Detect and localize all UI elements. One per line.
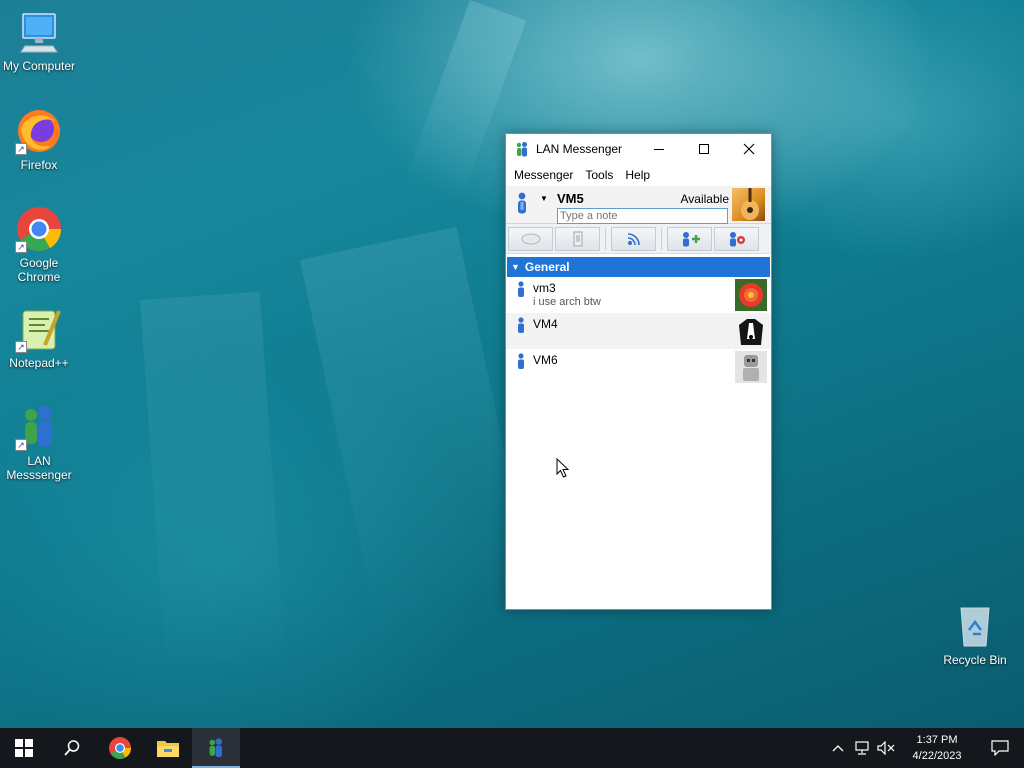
notepad-plus-plus-icon: ↗ [15, 305, 63, 353]
user-status[interactable]: Available [681, 192, 729, 206]
contact-name: vm3 [533, 281, 556, 295]
show-hidden-icons-button[interactable] [826, 728, 850, 768]
add-contact-button[interactable] [667, 226, 712, 251]
toolbar-separator [605, 227, 606, 250]
notifications-button[interactable] [976, 728, 1024, 768]
taskbar-chrome[interactable] [96, 728, 144, 768]
settings-people-icon [729, 231, 745, 246]
contact-note: i use arch btw [533, 296, 601, 308]
settings-people-button[interactable] [714, 226, 759, 251]
minimize-icon [653, 149, 664, 150]
lan-messenger-icon [516, 142, 527, 157]
desktop-icon-label: Google Chrome [17, 256, 61, 284]
shortcut-arrow-icon: ↗ [15, 143, 27, 155]
robot-avatar [735, 351, 767, 383]
minimize-button[interactable] [636, 134, 681, 164]
broadcast-button[interactable] [611, 226, 656, 251]
profile-panel: ▼ VM5 Available [506, 186, 771, 224]
shortcut-arrow-icon: ↗ [15, 341, 27, 353]
desktop-icon-label: LAN Messsenger [6, 454, 72, 482]
recycle-bin-icon [951, 602, 999, 650]
taskbar-lan-messenger[interactable] [192, 728, 240, 768]
taskbar-file-explorer[interactable] [144, 728, 192, 768]
add-contact-icon [682, 231, 700, 246]
desktop-icon-label: Notepad++ [9, 356, 69, 370]
close-button[interactable] [726, 134, 771, 164]
desktop-icon-lan-messenger[interactable]: ↗ LAN Messsenger [0, 403, 78, 482]
send-file-button[interactable] [555, 226, 600, 251]
chrome-icon: ↗ [15, 205, 63, 253]
search-icon [64, 740, 80, 756]
desktop-icon-label: Recycle Bin [943, 653, 1007, 667]
lan-messenger-window[interactable]: LAN Messenger Messenger Tools Help ▼ VM5… [505, 133, 772, 610]
desktop-icon-notepad-plus-plus[interactable]: ↗ Notepad++ [0, 305, 78, 370]
lan-messenger-icon: ↗ [15, 403, 63, 451]
user-status-icon[interactable] [514, 192, 530, 214]
desktop-icon-label: Firefox [20, 158, 58, 172]
contact-status-icon [518, 317, 524, 333]
title-bar[interactable]: LAN Messenger [506, 134, 771, 164]
system-tray: 1:37 PM 4/22/2023 [826, 728, 1024, 768]
contact-status-icon [518, 353, 524, 369]
flower-avatar [735, 279, 767, 311]
shortcut-arrow-icon: ↗ [15, 439, 27, 451]
mouse-cursor-icon [556, 458, 570, 478]
note-input[interactable] [557, 208, 728, 224]
maximize-button[interactable] [681, 134, 726, 164]
contact-status-icon [518, 281, 524, 297]
light-ray [300, 226, 536, 632]
chat-bubble-icon [521, 233, 540, 244]
contact-item[interactable]: VM4 [506, 313, 771, 349]
volume-button[interactable] [874, 728, 898, 768]
contact-name: VM4 [533, 317, 558, 331]
status-dropdown-icon[interactable]: ▼ [540, 194, 548, 203]
broadcast-icon [627, 232, 640, 245]
contact-name: VM6 [533, 353, 558, 367]
desktop-icon-firefox[interactable]: ↗ Firefox [0, 107, 78, 172]
file-explorer-icon [157, 741, 179, 757]
dog-avatar [735, 315, 767, 347]
chrome-icon [109, 737, 131, 759]
clock[interactable]: 1:37 PM 4/22/2023 [898, 732, 976, 764]
menu-tools[interactable]: Tools [579, 168, 619, 182]
user-avatar[interactable] [732, 188, 765, 221]
send-file-icon [573, 231, 582, 246]
contact-item[interactable]: VM6 [506, 349, 771, 385]
taskbar: 1:37 PM 4/22/2023 [0, 728, 1024, 768]
group-header-general[interactable]: ▼ General [507, 257, 770, 277]
volume-muted-icon [877, 741, 895, 755]
menu-help[interactable]: Help [619, 168, 656, 182]
search-button[interactable] [48, 728, 96, 768]
firefox-icon: ↗ [15, 107, 63, 155]
chevron-up-icon [832, 745, 844, 752]
contact-item[interactable]: vm3 i use arch btw [506, 277, 771, 313]
user-name: VM5 [557, 191, 584, 206]
guitar-avatar-icon [741, 188, 759, 220]
light-ray [140, 291, 287, 680]
lan-messenger-icon [209, 738, 222, 758]
clock-time: 1:37 PM [916, 734, 958, 746]
desktop-icon-my-computer[interactable]: My Computer [0, 8, 78, 73]
maximize-icon [698, 144, 709, 154]
menu-messenger[interactable]: Messenger [508, 168, 579, 182]
close-icon [743, 143, 754, 155]
network-button[interactable] [850, 728, 874, 768]
group-name: General [524, 260, 570, 274]
clock-date: 4/22/2023 [912, 750, 962, 762]
notification-icon [991, 740, 1009, 756]
desktop-icon-chrome[interactable]: ↗ Google Chrome [0, 205, 78, 284]
start-button[interactable] [0, 728, 48, 768]
computer-icon [15, 8, 63, 56]
toolbar-separator [661, 227, 662, 250]
menu-bar: Messenger Tools Help [506, 164, 771, 186]
desktop-icon-recycle-bin[interactable]: Recycle Bin [936, 602, 1014, 667]
window-title: LAN Messenger [536, 142, 623, 156]
desktop-icon-label: My Computer [2, 59, 76, 73]
network-icon [855, 741, 869, 755]
shortcut-arrow-icon: ↗ [15, 241, 27, 253]
collapse-caret-icon[interactable]: ▼ [511, 262, 520, 272]
chat-button[interactable] [508, 226, 553, 251]
toolbar [506, 224, 771, 254]
windows-start-icon [15, 739, 33, 757]
